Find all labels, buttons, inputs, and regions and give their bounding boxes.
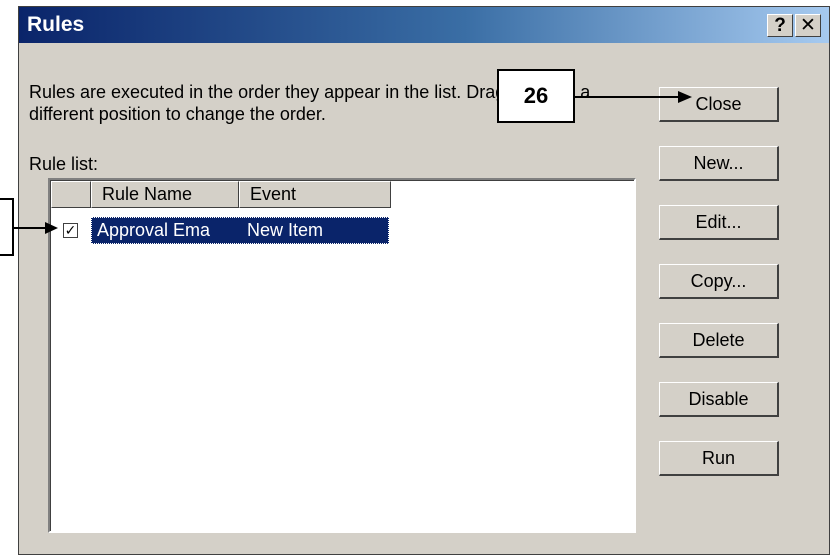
disable-button[interactable]: Disable bbox=[659, 382, 779, 417]
help-button[interactable]: ? bbox=[767, 14, 793, 37]
edit-button[interactable]: Edit... bbox=[659, 205, 779, 240]
title-bar[interactable]: Rules ? ✕ bbox=[19, 7, 829, 43]
column-header-rule-name[interactable]: Rule Name bbox=[91, 181, 239, 208]
event-cell: New Item bbox=[247, 220, 324, 240]
delete-button[interactable]: Delete bbox=[659, 323, 779, 358]
callout-number-box: 26 bbox=[497, 69, 575, 123]
column-header-check[interactable] bbox=[51, 181, 91, 208]
dialog-title: Rules bbox=[27, 13, 85, 36]
table-row[interactable]: ✓ Approval Ema New Item bbox=[51, 217, 391, 244]
close-button[interactable]: Close bbox=[659, 87, 779, 122]
column-header-event[interactable]: Event bbox=[239, 181, 391, 208]
rule-list[interactable]: Rule Name Event ✓ Approval Ema New Item bbox=[48, 178, 636, 533]
selected-row[interactable]: Approval Ema New Item bbox=[91, 217, 389, 244]
callout-left-box bbox=[0, 198, 14, 256]
close-x-button[interactable]: ✕ bbox=[795, 14, 821, 37]
run-button[interactable]: Run bbox=[659, 441, 779, 476]
rule-enabled-checkbox[interactable]: ✓ bbox=[63, 223, 78, 238]
rule-name-cell: Approval Ema bbox=[97, 220, 211, 240]
copy-button[interactable]: Copy... bbox=[659, 264, 779, 299]
rules-dialog: Rules ? ✕ Rules are executed in the orde… bbox=[18, 6, 830, 555]
new-button[interactable]: New... bbox=[659, 146, 779, 181]
rule-list-label: Rule list: bbox=[29, 154, 99, 174]
